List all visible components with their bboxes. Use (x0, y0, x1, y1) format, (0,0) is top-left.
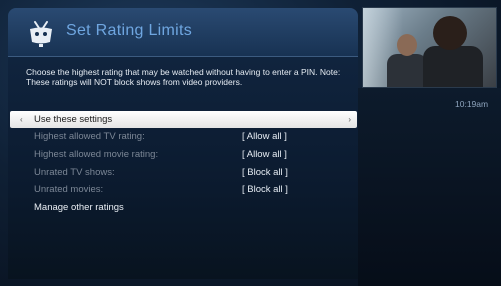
movie-rating-label: Highest allowed movie rating: (34, 149, 159, 160)
tv-screen: Set Rating Limits Choose the highest rat… (0, 0, 501, 286)
manage-other-ratings-label: Manage other ratings (34, 202, 124, 213)
left-arrow-icon: ‹ (20, 115, 23, 124)
live-tv-preview (362, 7, 497, 88)
tv-rating-label: Highest allowed TV rating: (34, 131, 145, 142)
use-these-settings-label: Use these settings (34, 114, 113, 125)
tv-rating-value: [ Allow all ] (242, 131, 287, 142)
movie-rating-row[interactable]: Highest allowed movie rating: [ Allow al… (10, 146, 357, 163)
manage-other-ratings-row[interactable]: Manage other ratings (10, 199, 357, 216)
tv-rating-row[interactable]: Highest allowed TV rating: [ Allow all ] (10, 128, 357, 145)
unrated-tv-value: [ Block all ] (242, 167, 288, 178)
tivo-logo-icon (30, 21, 52, 47)
unrated-movies-row[interactable]: Unrated movies: [ Block all ] (10, 181, 357, 198)
unrated-tv-label: Unrated TV shows: (34, 167, 115, 178)
movie-rating-value: [ Allow all ] (242, 149, 287, 160)
clock-time: 10:19am (455, 99, 489, 109)
unrated-tv-row[interactable]: Unrated TV shows: [ Block all ] (10, 164, 357, 181)
unrated-movies-label: Unrated movies: (34, 184, 104, 195)
use-these-settings-row[interactable]: ‹ Use these settings › (10, 111, 357, 128)
right-side-panel (358, 88, 501, 286)
right-arrow-icon: › (348, 115, 351, 124)
page-title: Set Rating Limits (66, 22, 193, 39)
instructions-text: Choose the highest rating that may be wa… (26, 67, 341, 87)
unrated-movies-value: [ Block all ] (242, 184, 288, 195)
